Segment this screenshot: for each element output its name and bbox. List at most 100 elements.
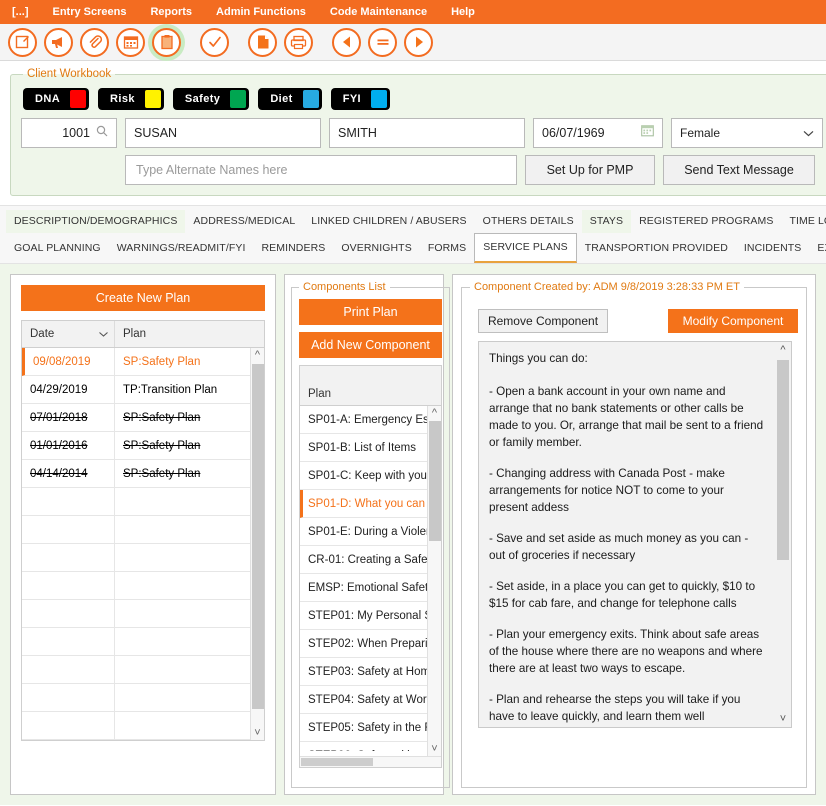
- table-row[interactable]: 09/08/2019 SP:Safety Plan: [22, 348, 264, 376]
- status-badge-safety[interactable]: Safety: [172, 88, 250, 110]
- plans-column-plan[interactable]: Plan: [115, 328, 264, 340]
- scroll-down-icon[interactable]: ˅: [254, 726, 260, 740]
- alternate-names-input[interactable]: Type Alternate Names here: [125, 155, 517, 185]
- tab-address-medical[interactable]: ADDRESS/MEDICAL: [185, 210, 303, 233]
- calendar-picker-icon[interactable]: [641, 119, 654, 147]
- document-icon[interactable]: [248, 27, 277, 57]
- table-row[interactable]: [22, 712, 264, 740]
- tab-linked-children-abusers[interactable]: LINKED CHILDREN / ABUSERS: [303, 210, 474, 233]
- calendar-icon[interactable]: [116, 27, 145, 57]
- list-item[interactable]: SP01-E: During a Violent: [300, 518, 441, 546]
- table-row[interactable]: [22, 600, 264, 628]
- setup-pmp-button[interactable]: Set Up for PMP: [525, 155, 655, 185]
- components-horizontal-scrollbar[interactable]: [300, 756, 441, 767]
- components-scroll-up-icon[interactable]: ^: [432, 406, 437, 420]
- add-new-component-button[interactable]: Add New Component: [299, 332, 442, 358]
- create-new-plan-button[interactable]: Create New Plan: [21, 285, 265, 311]
- list-item[interactable]: STEP05: Safety in the Ru: [300, 714, 441, 742]
- tab-goal-planning[interactable]: GOAL PLANNING: [6, 237, 109, 260]
- text-scrollbar-thumb[interactable]: [777, 360, 789, 560]
- text-scroll-up-icon[interactable]: ^: [775, 344, 791, 356]
- tab-description-demographics[interactable]: DESCRIPTION/DEMOGRAPHICS: [6, 210, 186, 233]
- table-row[interactable]: [22, 628, 264, 656]
- menu-item-code-maintenance[interactable]: Code Maintenance: [318, 0, 439, 24]
- megaphone-icon[interactable]: [44, 27, 73, 57]
- tab-others-details[interactable]: OTHERS DETAILS: [475, 210, 582, 233]
- list-item[interactable]: SP01-C: Keep with you: [300, 462, 441, 490]
- modify-component-button[interactable]: Modify Component: [668, 309, 798, 333]
- table-row[interactable]: [22, 572, 264, 600]
- list-item[interactable]: EMSP: Emotional Safety: [300, 574, 441, 602]
- list-item[interactable]: STEP03: Safety at Home: [300, 658, 441, 686]
- status-badge-fyi[interactable]: FYI: [330, 88, 391, 110]
- date-of-birth-field[interactable]: 06/07/1969: [533, 118, 663, 148]
- tab-service-plans[interactable]: SERVICE PLANS: [474, 233, 577, 263]
- component-text-box[interactable]: Things you can do: - Open a bank account …: [478, 341, 792, 728]
- table-row[interactable]: 07/01/2018 SP:Safety Plan: [22, 404, 264, 432]
- tab-reminders[interactable]: REMINDERS: [253, 237, 333, 260]
- components-hscroll-thumb[interactable]: [301, 758, 373, 766]
- search-icon[interactable]: [96, 119, 108, 147]
- paperclip-icon[interactable]: [80, 27, 109, 57]
- print-plan-button[interactable]: Print Plan: [299, 299, 442, 325]
- list-item[interactable]: STEP02: When Preparing: [300, 630, 441, 658]
- last-name-field[interactable]: SMITH: [329, 118, 525, 148]
- list-item[interactable]: STEP04: Safety at Work: [300, 686, 441, 714]
- edit-note-icon[interactable]: [8, 27, 37, 57]
- clipboard-icon[interactable]: [152, 27, 181, 57]
- remove-component-button[interactable]: Remove Component: [478, 309, 608, 333]
- first-name-field[interactable]: SUSAN: [125, 118, 321, 148]
- status-badge-diet-label: Diet: [270, 93, 293, 105]
- list-item[interactable]: CR-01: Creating a Safe E: [300, 546, 441, 574]
- menu-item-help[interactable]: Help: [439, 0, 487, 24]
- plans-grid-scrollbar[interactable]: ^ ˅: [250, 348, 264, 740]
- table-row[interactable]: [22, 656, 264, 684]
- tab-warnings-readmit-fyi[interactable]: WARNINGS/READMIT/FYI: [109, 237, 254, 260]
- table-row[interactable]: [22, 544, 264, 572]
- tab-registered-programs[interactable]: REGISTERED PROGRAMS: [631, 210, 781, 233]
- status-badge-diet[interactable]: Diet: [258, 88, 322, 110]
- components-scroll-down-icon[interactable]: ˅: [431, 742, 437, 756]
- components-grid-scrollbar[interactable]: ^ ˅: [426, 406, 441, 756]
- tab-transportion-provided[interactable]: TRANSPORTION PROVIDED: [577, 237, 736, 260]
- menu-item-entry-screens[interactable]: Entry Screens: [41, 0, 139, 24]
- tab-stays[interactable]: STAYS: [581, 210, 632, 233]
- components-column-plan[interactable]: Plan: [300, 366, 441, 406]
- send-text-message-button[interactable]: Send Text Message: [663, 155, 815, 185]
- table-row[interactable]: [22, 488, 264, 516]
- plans-column-date[interactable]: Date: [22, 321, 115, 347]
- next-icon[interactable]: [404, 27, 433, 57]
- tab-external-documents[interactable]: EXTERNAL DOCUMENTS: [809, 237, 826, 260]
- client-id-field[interactable]: 1001: [21, 118, 117, 148]
- list-item[interactable]: STEP06: Safety with a R: [300, 742, 441, 752]
- list-item[interactable]: SP01-A: Emergency Esca: [300, 406, 441, 434]
- menu-item-more[interactable]: [...]: [8, 0, 41, 24]
- print-icon[interactable]: [284, 27, 313, 57]
- menu-item-admin-functions[interactable]: Admin Functions: [204, 0, 318, 24]
- table-row[interactable]: 01/01/2016 SP:Safety Plan: [22, 432, 264, 460]
- table-row[interactable]: 04/29/2019 TP:Transition Plan: [22, 376, 264, 404]
- status-badge-risk[interactable]: Risk: [98, 88, 164, 110]
- table-row[interactable]: 04/14/2014 SP:Safety Plan: [22, 460, 264, 488]
- check-circle-icon[interactable]: [200, 27, 229, 57]
- list-item[interactable]: SP01-D: What you can d: [300, 490, 441, 518]
- tab-forms[interactable]: FORMS: [420, 237, 474, 260]
- scroll-up-icon[interactable]: ^: [255, 348, 260, 362]
- last-name-value: SMITH: [338, 126, 377, 140]
- menu-icon[interactable]: [368, 27, 397, 57]
- list-item[interactable]: SP01-B: List of Items: [300, 434, 441, 462]
- table-row[interactable]: [22, 516, 264, 544]
- menu-item-reports[interactable]: Reports: [138, 0, 204, 24]
- gender-select[interactable]: Female: [671, 118, 823, 148]
- plans-scrollbar-thumb[interactable]: [252, 364, 264, 709]
- table-row[interactable]: [22, 684, 264, 712]
- list-item[interactable]: STEP01: My Personal Sa: [300, 602, 441, 630]
- previous-icon[interactable]: [332, 27, 361, 57]
- tab-incidents[interactable]: INCIDENTS: [736, 237, 810, 260]
- text-scroll-down-icon[interactable]: ˅: [775, 713, 791, 725]
- components-scrollbar-thumb[interactable]: [428, 421, 441, 541]
- status-badge-dna[interactable]: DNA: [23, 88, 90, 110]
- tab-overnights[interactable]: OVERNIGHTS: [333, 237, 419, 260]
- component-text-scrollbar[interactable]: ^ ˅: [775, 342, 791, 727]
- tab-time-logs[interactable]: TIME LOGS: [781, 210, 826, 233]
